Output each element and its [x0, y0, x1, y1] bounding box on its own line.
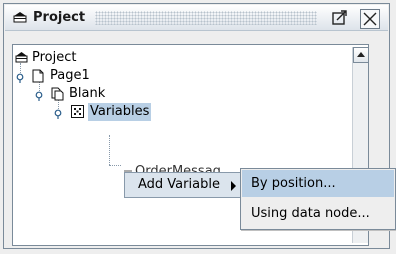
menu-item-label: By position... — [251, 176, 336, 191]
tree-item-label: Project — [32, 50, 77, 65]
project-panel: Project Project Page1 Blank Variables Ad… — [3, 3, 396, 249]
tree-item-variables[interactable]: Variables — [13, 103, 253, 121]
expand-handle-icon[interactable] — [54, 107, 64, 119]
menu-item-add-variable[interactable]: Add Variable — [124, 172, 244, 198]
close-icon[interactable] — [360, 9, 380, 29]
add-variable-submenu: By position... Using data node... — [240, 168, 396, 230]
panel-titlebar[interactable]: Project — [5, 5, 388, 31]
titlebar-grip — [95, 11, 317, 25]
menu-item-label: Add Variable — [138, 177, 220, 192]
maximize-icon[interactable] — [331, 9, 349, 27]
tree-item-project[interactable]: Project — [13, 49, 213, 67]
page-icon — [32, 69, 45, 83]
tree-connector — [109, 135, 110, 165]
tree-item-label: Variables — [88, 103, 152, 121]
expand-handle-icon[interactable] — [16, 71, 26, 83]
scroll-up-button[interactable] — [353, 47, 369, 63]
application-window: Project Project Page1 Blank Variables Ad… — [0, 0, 396, 254]
menu-item-label: Using data node... — [251, 206, 370, 221]
blank-icon — [51, 87, 64, 101]
tree-item-label: Blank — [69, 86, 106, 101]
submenu-arrow-icon — [231, 181, 236, 191]
menu-item-using-data-node[interactable]: Using data node... — [242, 200, 394, 227]
tree-item-blank[interactable]: Blank — [13, 85, 213, 103]
expand-handle-icon[interactable] — [35, 89, 45, 101]
panel-title: Project — [33, 10, 86, 25]
project-icon — [13, 11, 27, 23]
menu-item-by-position[interactable]: By position... — [242, 170, 394, 197]
tree-item-page1[interactable]: Page1 — [13, 67, 213, 85]
variables-icon — [71, 105, 84, 119]
project-icon — [15, 51, 28, 65]
tree-item-label: Page1 — [50, 68, 90, 83]
